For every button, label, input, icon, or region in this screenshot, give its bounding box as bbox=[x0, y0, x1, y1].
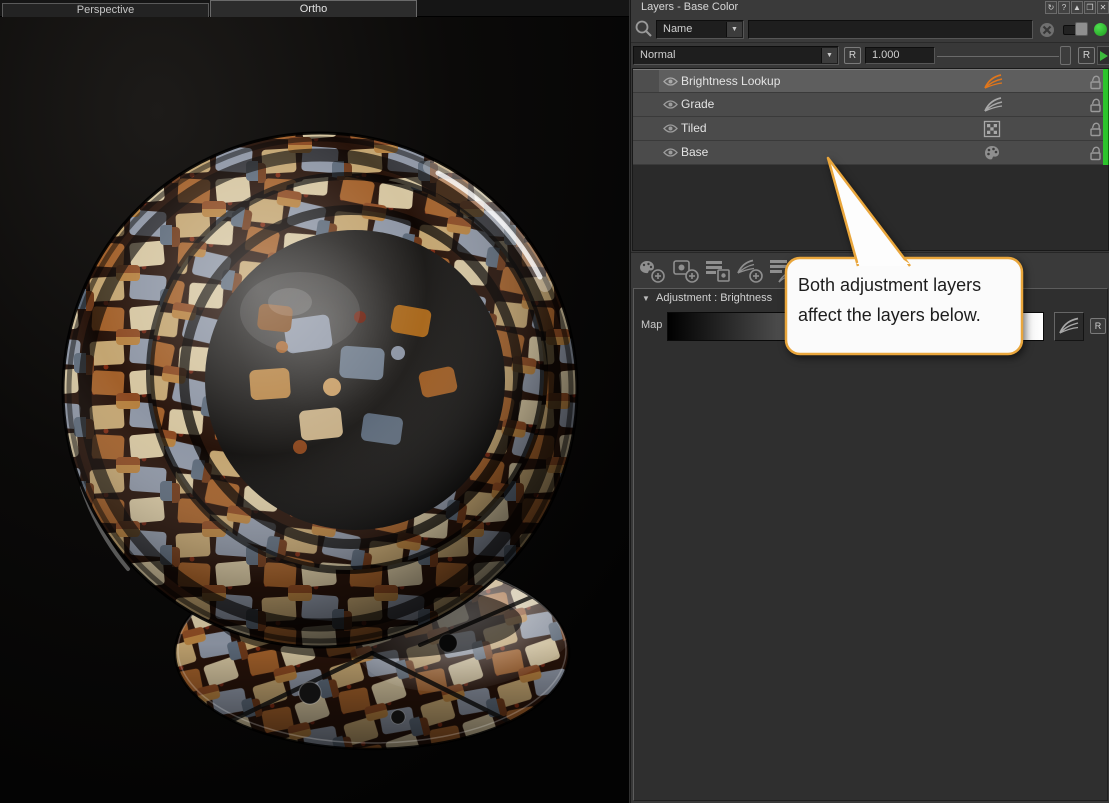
curve-editor-icon bbox=[1055, 313, 1083, 340]
add-layer-group-button[interactable] bbox=[703, 258, 733, 284]
reset-blend-button[interactable]: R bbox=[844, 47, 861, 64]
application-window: Perspective Ortho bbox=[0, 0, 1109, 803]
map-label: Map bbox=[641, 319, 662, 331]
collapse-icon[interactable]: ▲ bbox=[1071, 1, 1083, 14]
unlock-icon[interactable] bbox=[1089, 97, 1103, 113]
add-paint-layer-button[interactable] bbox=[637, 258, 667, 284]
layer-row-brightness-lookup[interactable]: Brightness Lookup bbox=[633, 69, 1108, 93]
layers-panel: Layers - Base Color ↻ ? ▲ ❐ ✕ Name ▼ bbox=[630, 0, 1109, 803]
row-gutter bbox=[633, 93, 659, 116]
unlock-icon[interactable] bbox=[1089, 145, 1103, 161]
layer-row-grade[interactable]: Grade bbox=[633, 93, 1108, 117]
adjustment-properties-panel: ▼ Adjustment : Brightness Map R bbox=[633, 288, 1108, 801]
adjustment-panel-title: Adjustment : Brightness bbox=[656, 292, 772, 304]
reset-amount-button[interactable]: R bbox=[1078, 47, 1095, 64]
shader-ball-render[interactable] bbox=[0, 17, 629, 803]
play-button[interactable] bbox=[1097, 46, 1109, 65]
float-icon[interactable]: ❐ bbox=[1084, 1, 1096, 14]
panel-title: Layers - Base Color bbox=[641, 1, 738, 13]
add-adjustment-layer-button[interactable] bbox=[735, 258, 765, 284]
collapse-arrow-icon[interactable]: ▼ bbox=[642, 294, 650, 303]
viewport-tab-bar: Perspective Ortho bbox=[0, 0, 629, 17]
blend-mode-value: Normal bbox=[640, 49, 675, 61]
help-icon[interactable]: ? bbox=[1058, 1, 1070, 14]
unlock-icon[interactable] bbox=[1089, 121, 1103, 137]
chevron-down-icon: ▼ bbox=[821, 48, 837, 63]
filter-toggle[interactable] bbox=[1063, 25, 1087, 35]
chevron-down-icon: ▼ bbox=[726, 22, 742, 37]
visibility-eye-icon[interactable] bbox=[663, 123, 678, 134]
amount-slider-track[interactable] bbox=[937, 56, 1059, 57]
shader-sphere bbox=[63, 133, 577, 647]
layer-name: Brightness Lookup bbox=[681, 70, 780, 93]
layer-name: Grade bbox=[681, 93, 714, 116]
callout-text: Both adjustment layers affect the layers… bbox=[798, 270, 1016, 330]
callout-tail bbox=[828, 158, 910, 266]
status-green-dot bbox=[1094, 23, 1107, 36]
search-icon bbox=[634, 19, 654, 39]
add-procedural-layer-button[interactable] bbox=[671, 258, 701, 284]
visibility-eye-icon[interactable] bbox=[663, 147, 678, 158]
blend-amount-field[interactable]: 1.000 bbox=[865, 47, 935, 64]
filter-query-input[interactable] bbox=[748, 20, 1033, 39]
callout-bubble: Both adjustment layers affect the layers… bbox=[778, 148, 1030, 360]
blend-mode-select[interactable]: Normal ▼ bbox=[633, 46, 839, 65]
row-gutter bbox=[633, 141, 659, 164]
filter-field-select[interactable]: Name ▼ bbox=[656, 20, 744, 39]
layer-name: Base bbox=[681, 141, 708, 164]
clear-filter-icon[interactable] bbox=[1039, 22, 1055, 38]
reset-map-button[interactable]: R bbox=[1090, 318, 1106, 334]
amount-slider-handle[interactable] bbox=[1060, 46, 1071, 65]
curve-editor-button[interactable] bbox=[1054, 312, 1084, 341]
blend-mode-bar: Normal ▼ R 1.000 R bbox=[631, 43, 1109, 68]
filter-field-value: Name bbox=[663, 23, 692, 35]
visibility-eye-icon[interactable] bbox=[663, 76, 678, 87]
tab-perspective[interactable]: Perspective bbox=[2, 3, 209, 17]
layer-row-tiled[interactable]: Tiled bbox=[633, 117, 1108, 141]
panel-title-bar[interactable]: Layers - Base Color ↻ ? ▲ ❐ ✕ bbox=[631, 0, 1109, 16]
adjustment-curves-icon bbox=[983, 73, 1003, 90]
layer-filter-bar: Name ▼ bbox=[631, 16, 1109, 43]
toggle-knob bbox=[1075, 22, 1088, 36]
close-icon[interactable]: ✕ bbox=[1097, 1, 1109, 14]
tiled-checker-icon bbox=[983, 120, 1001, 138]
3d-viewport[interactable]: Perspective Ortho bbox=[0, 0, 629, 803]
play-icon bbox=[1100, 51, 1108, 61]
callout-tail-seam bbox=[856, 260, 910, 264]
row-gutter bbox=[633, 117, 659, 140]
tab-ortho[interactable]: Ortho bbox=[210, 0, 417, 17]
unlock-icon[interactable] bbox=[1089, 74, 1103, 90]
refresh-icon[interactable]: ↻ bbox=[1045, 1, 1057, 14]
layer-name: Tiled bbox=[681, 117, 707, 140]
adjustment-curves-icon bbox=[983, 96, 1003, 113]
panel-window-buttons: ↻ ? ▲ ❐ ✕ bbox=[1045, 1, 1109, 14]
row-gutter bbox=[633, 70, 659, 92]
layer-cache-status-bar bbox=[1103, 69, 1109, 165]
visibility-eye-icon[interactable] bbox=[663, 99, 678, 110]
